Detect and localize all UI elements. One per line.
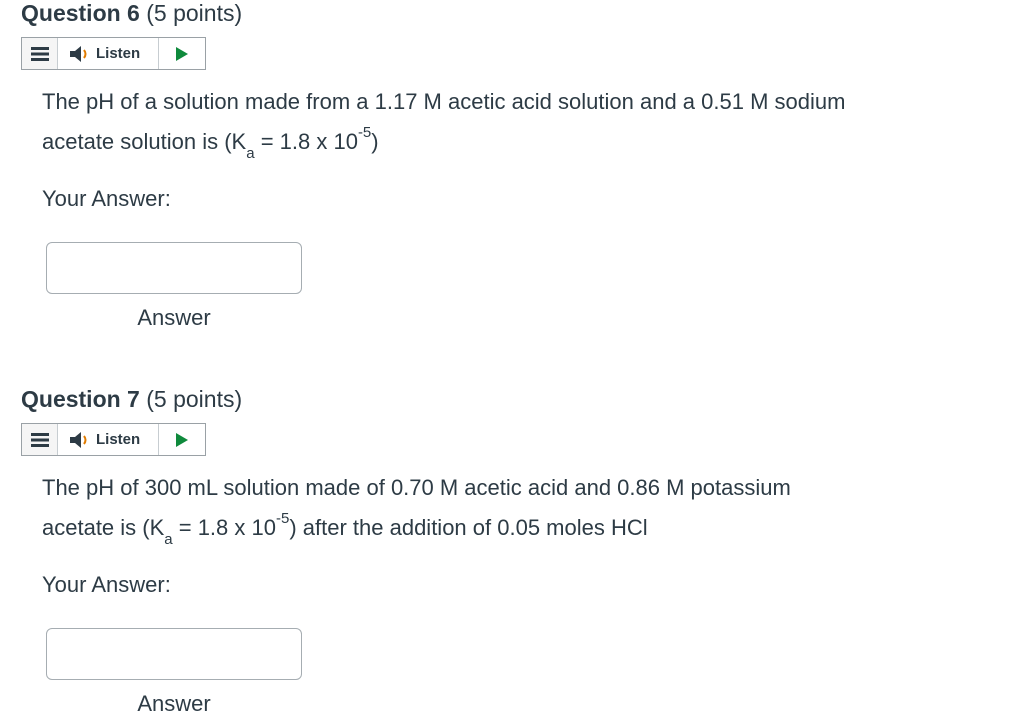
question-text-line1: The pH of a solution made from a 1.17 M … — [42, 89, 846, 114]
play-icon — [176, 432, 188, 447]
play-button[interactable] — [159, 38, 205, 69]
question-text: The pH of a solution made from a 1.17 M … — [42, 82, 972, 162]
question-header: Question 7 (5 points) — [21, 386, 1011, 412]
answer-input[interactable] — [46, 242, 302, 294]
answer-input[interactable] — [46, 628, 302, 680]
text-segment: = 1.8 x 10 — [254, 129, 358, 154]
speaker-icon — [70, 45, 87, 62]
question-points: (5 points) — [146, 0, 243, 26]
your-answer-label: Your Answer: — [42, 186, 171, 211]
answer-caption: Answer — [137, 305, 211, 330]
listen-label: Listen — [96, 431, 141, 448]
readspeaker-toolbar: Listen — [21, 37, 206, 70]
question-title: Question 7 — [21, 386, 140, 412]
question-header: Question 6 (5 points) — [21, 0, 1011, 26]
question-text-line2: acetate is (Ka = 1.8 x 10-5) after the a… — [42, 511, 648, 548]
question-title: Question 6 — [21, 0, 140, 26]
question-points: (5 points) — [146, 386, 243, 412]
exponent-superscript: -5 — [357, 123, 372, 141]
menu-button[interactable] — [22, 424, 58, 455]
listen-label: Listen — [96, 45, 141, 62]
your-answer-label: Your Answer: — [42, 572, 171, 597]
text-segment: = 1.8 x 10 — [172, 515, 276, 540]
play-icon — [176, 46, 188, 61]
text-segment: ) — [371, 129, 379, 154]
listen-button[interactable]: Listen — [58, 38, 159, 69]
play-button[interactable] — [159, 424, 205, 455]
menu-icon — [30, 432, 49, 447]
speaker-icon — [70, 431, 87, 448]
question-7: Question 7 (5 points) Listen The pH of 3… — [21, 386, 1011, 716]
menu-icon — [30, 46, 49, 61]
listen-button[interactable]: Listen — [58, 424, 159, 455]
ka-subscript: a — [246, 145, 255, 163]
answer-caption: Answer — [137, 691, 211, 716]
question-6: Question 6 (5 points) Listen The pH of a… — [21, 0, 1011, 330]
text-segment: ) after the addition of 0.05 moles HCl — [289, 515, 648, 540]
menu-button[interactable] — [22, 38, 58, 69]
question-text-line1: The pH of 300 mL solution made of 0.70 M… — [42, 475, 791, 500]
text-segment: acetate solution is (K — [42, 129, 247, 154]
exponent-superscript: -5 — [275, 509, 290, 527]
text-segment: acetate is (K — [42, 515, 165, 540]
ka-subscript: a — [164, 531, 173, 549]
question-text: The pH of 300 mL solution made of 0.70 M… — [42, 468, 972, 548]
readspeaker-toolbar: Listen — [21, 423, 206, 456]
question-text-line2: acetate solution is (Ka = 1.8 x 10-5) — [42, 125, 379, 162]
